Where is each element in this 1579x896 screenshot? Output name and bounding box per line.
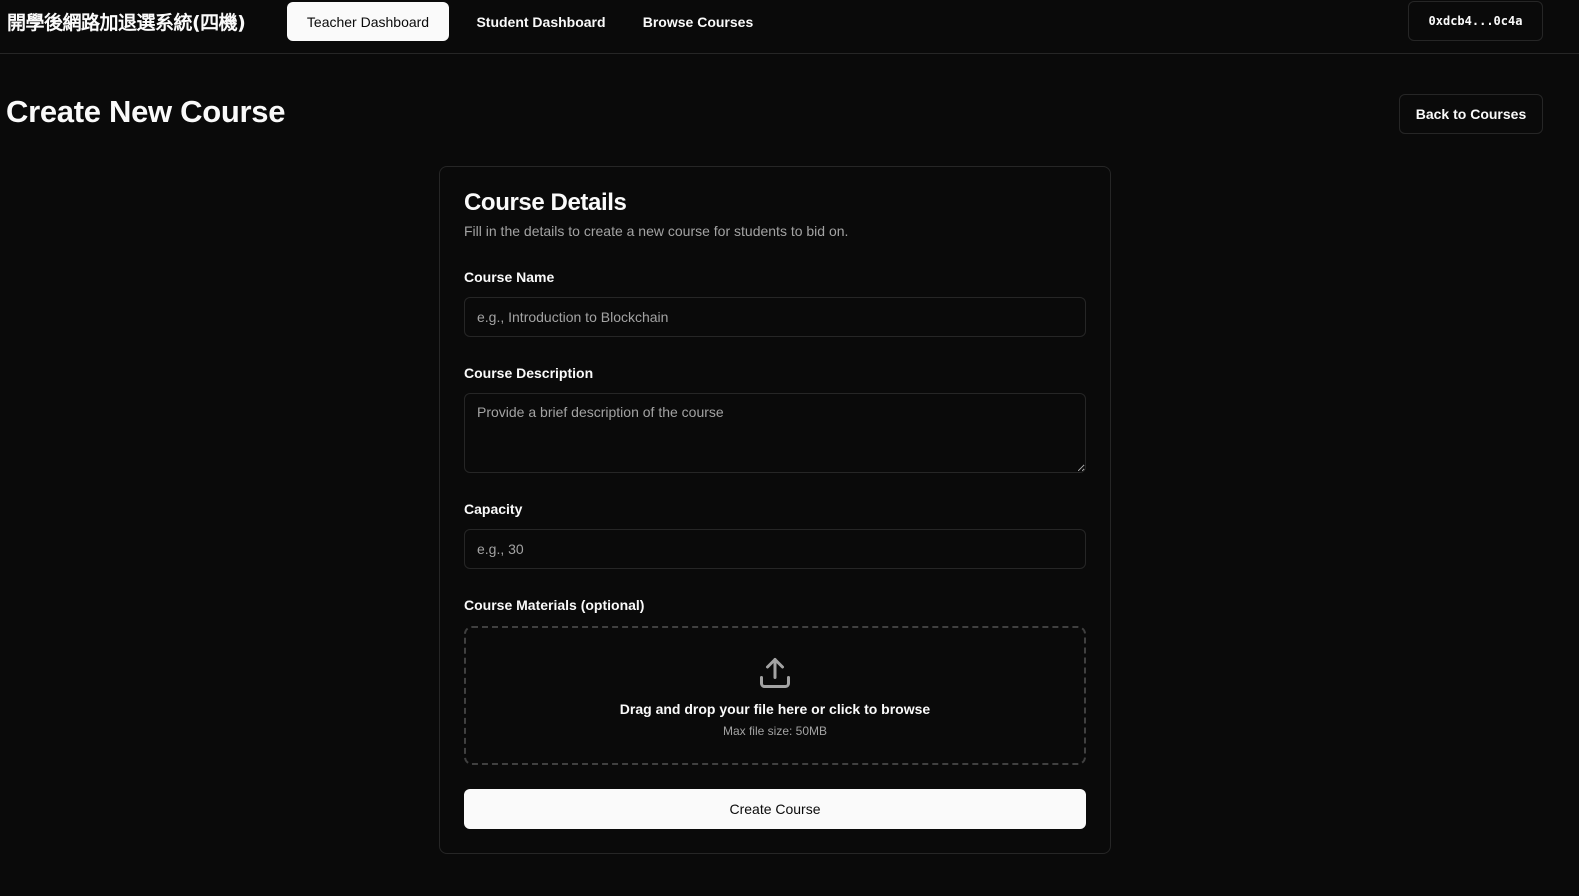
page-title: Create New Course — [6, 94, 286, 129]
course-materials-label: Course Materials (optional) — [464, 597, 645, 613]
dropzone-text: Drag and drop your file here or click to… — [619, 701, 931, 717]
card-subtitle: Fill in the details to create a new cour… — [464, 223, 849, 239]
file-dropzone[interactable]: Drag and drop your file here or click to… — [464, 626, 1086, 765]
nav-teacher-dashboard[interactable]: Teacher Dashboard — [287, 2, 449, 41]
course-description-label: Course Description — [464, 365, 594, 381]
top-navbar: 開學後網路加退選系統(四機) Teacher Dashboard Student… — [0, 0, 1579, 54]
card-title: Course Details — [464, 189, 627, 216]
nav-student-dashboard[interactable]: Student Dashboard — [460, 2, 622, 41]
upload-icon — [760, 658, 790, 688]
back-to-courses-button[interactable]: Back to Courses — [1399, 94, 1543, 134]
course-name-label: Course Name — [464, 269, 555, 285]
nav-browse-courses[interactable]: Browse Courses — [630, 2, 766, 41]
course-name-input[interactable] — [464, 297, 1086, 337]
course-details-card: Course Details Fill in the details to cr… — [439, 166, 1111, 854]
app-title: 開學後網路加退選系統(四機) — [7, 12, 246, 34]
wallet-address-button[interactable]: 0xdcb4...0c4a — [1408, 1, 1543, 41]
create-course-button[interactable]: Create Course — [464, 789, 1086, 829]
capacity-input[interactable] — [464, 529, 1086, 569]
dropzone-hint: Max file size: 50MB — [722, 724, 828, 738]
capacity-label: Capacity — [464, 501, 523, 517]
course-description-textarea[interactable] — [464, 393, 1086, 473]
